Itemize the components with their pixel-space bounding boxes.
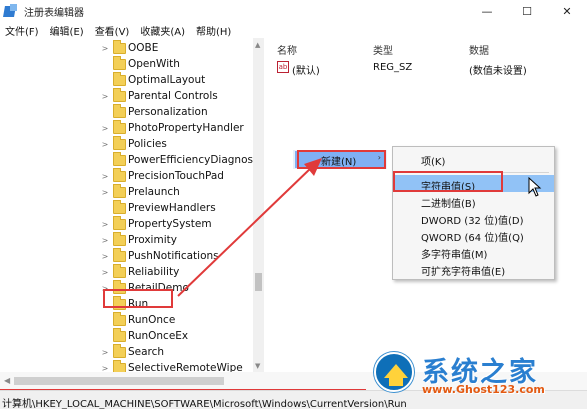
folder-icon bbox=[113, 167, 126, 182]
folder-icon bbox=[113, 119, 126, 134]
tree-item-label: OOBE bbox=[128, 42, 159, 54]
folder-icon bbox=[113, 263, 126, 278]
title-bar: 注册表编辑器 — ☐ ✕ bbox=[0, 0, 587, 22]
menu-item-qword-value[interactable]: QWORD (64 位)值(Q) bbox=[393, 226, 554, 244]
folder-icon bbox=[113, 247, 126, 262]
folder-icon bbox=[113, 215, 126, 230]
menu-item-key[interactable]: 项(K) bbox=[393, 150, 554, 168]
scroll-up-icon[interactable]: ▲ bbox=[255, 41, 260, 49]
menu-favorites[interactable]: 收藏夹(A) bbox=[135, 23, 191, 38]
maximize-button[interactable]: ☐ bbox=[507, 0, 547, 22]
expand-chevron-icon[interactable]: > bbox=[101, 172, 109, 181]
menu-item-label: 二进制值(B) bbox=[421, 199, 476, 210]
scrollbar-thumb[interactable] bbox=[14, 377, 224, 385]
registry-path: 计算机\HKEY_LOCAL_MACHINE\SOFTWARE\Microsof… bbox=[2, 399, 407, 409]
tree-item-label: PhotoPropertyHandler bbox=[128, 122, 244, 134]
tree-item-label: SelectiveRemoteWipe bbox=[128, 362, 243, 372]
tree-item-label: Search bbox=[128, 346, 165, 358]
tree-item-label: Policies bbox=[128, 138, 167, 150]
folder-icon bbox=[113, 359, 126, 372]
expand-chevron-icon[interactable]: > bbox=[101, 140, 109, 149]
menu-file[interactable]: 文件(F) bbox=[0, 23, 45, 38]
folder-icon bbox=[113, 151, 126, 166]
expand-chevron-icon[interactable]: > bbox=[101, 348, 109, 357]
scroll-down-icon[interactable]: ▼ bbox=[255, 362, 260, 370]
mouse-cursor-icon bbox=[528, 177, 542, 197]
folder-icon bbox=[113, 327, 126, 342]
regedit-app-icon bbox=[3, 4, 18, 18]
menu-edit[interactable]: 编辑(E) bbox=[45, 23, 90, 38]
expand-chevron-icon[interactable]: > bbox=[101, 236, 109, 245]
column-header-name[interactable]: 名称 bbox=[277, 42, 297, 57]
folder-icon bbox=[113, 135, 126, 150]
folder-icon bbox=[113, 183, 126, 198]
string-value-icon: ab bbox=[277, 61, 289, 73]
expand-chevron-icon[interactable]: > bbox=[101, 188, 109, 197]
minimize-button[interactable]: — bbox=[467, 0, 507, 22]
expand-chevron-icon[interactable]: > bbox=[101, 124, 109, 133]
menu-item-dword-value[interactable]: DWORD (32 位)值(D) bbox=[393, 209, 554, 227]
folder-icon bbox=[113, 39, 126, 54]
value-type: REG_SZ bbox=[373, 62, 413, 73]
folder-icon bbox=[113, 231, 126, 246]
tree-item-label: Parental Controls bbox=[128, 90, 218, 102]
expand-chevron-icon[interactable]: > bbox=[101, 252, 109, 261]
tree-item-label: OptimalLayout bbox=[128, 74, 206, 86]
expand-chevron-icon[interactable]: > bbox=[101, 268, 109, 277]
menu-item-multi-string-value[interactable]: 多字符串值(M) bbox=[393, 243, 554, 261]
menu-item-label: 项(K) bbox=[421, 157, 446, 168]
menu-item-label: DWORD (32 位)值(D) bbox=[421, 216, 524, 227]
menu-item-label: QWORD (64 位)值(Q) bbox=[421, 233, 524, 244]
watermark: 系统之家 www.Ghost123.com bbox=[364, 348, 584, 400]
folder-icon bbox=[113, 87, 126, 102]
column-header-data[interactable]: 数据 bbox=[469, 42, 489, 57]
watermark-url: www.Ghost123.com bbox=[422, 383, 545, 396]
menu-help[interactable]: 帮助(H) bbox=[191, 23, 237, 38]
expand-chevron-icon[interactable]: > bbox=[101, 364, 109, 373]
folder-icon bbox=[113, 71, 126, 86]
window-controls: — ☐ ✕ bbox=[467, 0, 587, 22]
folder-icon bbox=[113, 311, 126, 326]
scroll-left-icon[interactable]: ◀ bbox=[4, 376, 10, 385]
column-header-type[interactable]: 类型 bbox=[373, 42, 393, 57]
expand-chevron-icon[interactable]: > bbox=[101, 92, 109, 101]
window-title: 注册表编辑器 bbox=[24, 7, 84, 19]
value-data: (数值未设置) bbox=[469, 66, 527, 77]
menu-item-label: 可扩充字符串值(E) bbox=[421, 267, 506, 278]
run-key-highlight-box bbox=[103, 289, 173, 308]
folder-icon bbox=[113, 103, 126, 118]
tree-item-label: RunOnceEx bbox=[128, 330, 189, 342]
close-button[interactable]: ✕ bbox=[547, 0, 587, 22]
value-row[interactable]: ab (默认) REG_SZ (数值未设置) bbox=[265, 60, 587, 77]
menu-item-label: 多字符串值(M) bbox=[421, 250, 488, 261]
expand-chevron-icon[interactable]: > bbox=[101, 44, 109, 53]
string-value-highlight-box bbox=[393, 171, 503, 192]
tree-item-label: OpenWith bbox=[128, 58, 180, 70]
menu-bar: 文件(F) 编辑(E) 查看(V) 收藏夹(A) 帮助(H) bbox=[0, 22, 587, 38]
menu-view[interactable]: 查看(V) bbox=[90, 23, 136, 38]
folder-icon bbox=[113, 55, 126, 70]
value-name: (默认) bbox=[292, 66, 320, 77]
folder-icon bbox=[113, 199, 126, 214]
menu-item-expandable-string-value[interactable]: 可扩充字符串值(E) bbox=[393, 260, 554, 278]
annotation-arrow-icon bbox=[177, 158, 322, 297]
new-submenu: 项(K) 字符串值(S) 二进制值(B) DWORD (32 位)值(D) QW… bbox=[392, 146, 555, 280]
tree-item-label: Personalization bbox=[128, 106, 208, 118]
house-logo-icon bbox=[374, 352, 414, 392]
expand-chevron-icon[interactable]: > bbox=[101, 220, 109, 229]
folder-icon bbox=[113, 343, 126, 358]
tree-item-label: RunOnce bbox=[128, 314, 176, 326]
